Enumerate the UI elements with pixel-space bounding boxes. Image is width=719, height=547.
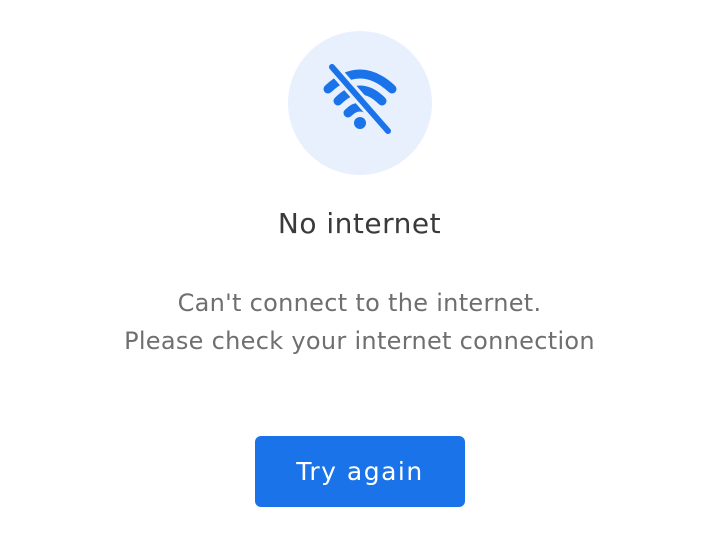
wifi-off-icon [323,63,397,137]
error-message-line-1: Can't connect to the internet. [177,289,542,317]
error-message-line-2: Please check your internet connection [124,327,595,355]
wifi-off-icon-container [288,31,432,175]
page-title: No internet [277,207,442,240]
try-again-button[interactable]: Try again [255,436,465,507]
error-message: Can't connect to the internet. Please ch… [0,284,719,360]
